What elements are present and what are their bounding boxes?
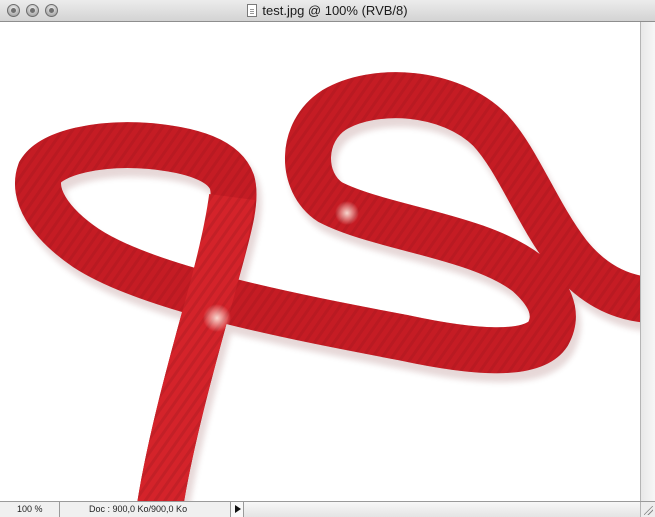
window-title-wrap: test.jpg @ 100% (RVB/8) <box>0 3 655 19</box>
horizontal-scrollbar[interactable] <box>244 502 640 517</box>
zoom-level-field[interactable]: 100 % <box>0 502 60 517</box>
ribbon-image <box>15 72 640 501</box>
title-bar[interactable]: test.jpg @ 100% (RVB/8) <box>0 0 655 22</box>
image-canvas[interactable] <box>0 22 640 501</box>
document-size-info: Doc : 900,0 Ko/900,0 Ko <box>89 504 188 514</box>
highlight-glint <box>203 304 231 332</box>
status-menu-arrow-icon[interactable] <box>230 502 244 517</box>
document-window: test.jpg @ 100% (RVB/8) 100 % Doc: 900,… <box>0 0 655 517</box>
resize-grip-icon[interactable] <box>640 502 655 517</box>
window-title: test.jpg @ 100% (RVB/8) <box>262 3 408 18</box>
status-bar: 100 % Doc : 900,0 Ko/900,0 Ko <box>0 501 655 517</box>
document-icon <box>247 4 258 17</box>
vertical-scrollbar[interactable] <box>640 22 655 501</box>
highlight-glint <box>335 201 359 225</box>
